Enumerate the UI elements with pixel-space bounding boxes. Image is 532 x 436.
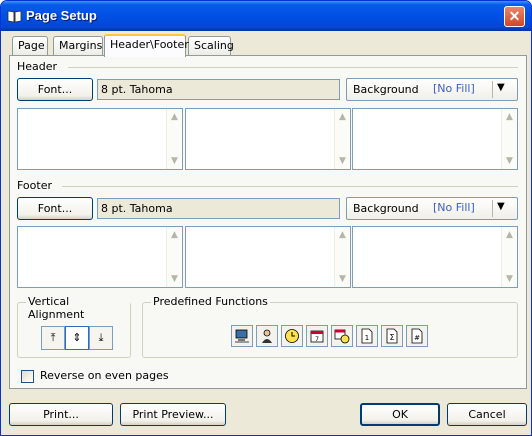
- align-center-icon: ⇕: [72, 331, 82, 344]
- header-background-value: [No Fill]: [433, 82, 475, 95]
- align-center-button[interactable]: ⇕: [65, 326, 89, 350]
- insert-date-time-button[interactable]: [331, 325, 353, 347]
- header-font-button[interactable]: Font...: [17, 78, 93, 101]
- reverse-even-pages-label[interactable]: Reverse on even pages: [40, 369, 169, 382]
- scroll-up-icon[interactable]: ▲: [336, 229, 349, 241]
- page-of-icon: #: [411, 328, 423, 344]
- scroll-up-icon[interactable]: ▲: [336, 111, 349, 123]
- header-font-button-label: Font...: [37, 83, 73, 96]
- footer-font-button-label: Font...: [37, 202, 73, 215]
- header-right-textbox[interactable]: ▲ ▼: [352, 108, 518, 170]
- footer-background-value: [No Fill]: [433, 201, 475, 214]
- time-icon: [285, 329, 299, 343]
- tab-page[interactable]: Page: [12, 36, 48, 56]
- date-time-icon: [334, 329, 350, 344]
- footer-combo-separator: [492, 200, 493, 217]
- header-divider: [68, 67, 518, 68]
- header-footer-panel: Header Font... 8 pt. Tahoma Background […: [9, 55, 527, 389]
- scroll-up-icon[interactable]: ▲: [503, 229, 516, 241]
- scroll-down-icon[interactable]: ▼: [503, 273, 516, 285]
- header-background-select[interactable]: Background [No Fill] ▼: [346, 78, 518, 101]
- header-combo-separator: [492, 81, 493, 98]
- align-top-icon: ⤒: [50, 331, 56, 344]
- scroll-up-icon[interactable]: ▲: [168, 111, 181, 123]
- insert-page-number-button[interactable]: 1: [356, 325, 378, 347]
- user-name-icon: [262, 329, 272, 343]
- header-font-display: 8 pt. Tahoma: [97, 79, 340, 100]
- chevron-down-icon[interactable]: ▼: [497, 201, 505, 212]
- header-center-textbox[interactable]: ▲ ▼: [185, 108, 351, 170]
- align-bottom-icon: ⤓: [98, 331, 104, 344]
- footer-right-scrollbar[interactable]: ▲ ▼: [501, 227, 517, 287]
- insert-user-name-button[interactable]: [256, 325, 278, 347]
- ok-button[interactable]: OK: [360, 403, 440, 426]
- footer-font-button[interactable]: Font...: [17, 197, 93, 220]
- svg-text:1: 1: [365, 334, 369, 342]
- footer-right-textbox[interactable]: ▲ ▼: [352, 226, 518, 288]
- scroll-down-icon[interactable]: ▼: [336, 273, 349, 285]
- svg-text:#: #: [414, 334, 420, 342]
- insert-page-of-button[interactable]: #: [406, 325, 428, 347]
- scroll-down-icon[interactable]: ▼: [168, 273, 181, 285]
- footer-center-scrollbar[interactable]: ▲ ▼: [334, 227, 350, 287]
- insert-time-button[interactable]: [281, 325, 303, 347]
- scroll-down-icon[interactable]: ▼: [503, 155, 516, 167]
- dialog-body: Page Margins Header\Footer Scaling Heade…: [4, 31, 528, 433]
- header-center-scrollbar[interactable]: ▲ ▼: [334, 109, 350, 169]
- scroll-down-icon[interactable]: ▼: [168, 155, 181, 167]
- header-left-textbox[interactable]: ▲ ▼: [17, 108, 183, 170]
- tab-scaling[interactable]: Scaling: [188, 36, 234, 56]
- cancel-button[interactable]: Cancel: [447, 403, 527, 426]
- footer-left-textbox[interactable]: ▲ ▼: [17, 226, 183, 288]
- header-left-scrollbar[interactable]: ▲ ▼: [166, 109, 182, 169]
- footer-center-textbox[interactable]: ▲ ▼: [185, 226, 351, 288]
- align-bottom-button[interactable]: ⤓: [89, 326, 113, 350]
- scroll-up-icon[interactable]: ▲: [168, 229, 181, 241]
- svg-text:Σ: Σ: [389, 333, 394, 342]
- svg-text:7: 7: [315, 336, 319, 343]
- insert-date-button[interactable]: 7: [306, 325, 328, 347]
- header-background-label: Background: [353, 83, 419, 96]
- page-setup-icon: [7, 9, 22, 23]
- close-icon: ✕: [508, 8, 521, 24]
- tab-header-footer[interactable]: Header\Footer: [104, 34, 189, 57]
- date-icon: 7: [310, 330, 324, 343]
- predefined-functions-label: Predefined Functions: [151, 295, 270, 308]
- insert-total-pages-button[interactable]: Σ: [381, 325, 403, 347]
- page-setup-dialog: Page Setup ✕ Page Margins Header\Footer …: [0, 0, 532, 436]
- tab-margins[interactable]: Margins: [53, 36, 103, 56]
- footer-background-select[interactable]: Background [No Fill] ▼: [346, 197, 518, 220]
- footer-divider: [62, 186, 518, 187]
- reverse-even-pages-checkbox[interactable]: [21, 370, 34, 383]
- predefined-functions-group: Predefined Functions 7 1 Σ #: [142, 295, 518, 358]
- footer-font-display: 8 pt. Tahoma: [97, 198, 340, 219]
- vertical-alignment-group: Vertical Alignment ⤒ ⇕ ⤓: [17, 295, 131, 358]
- footer-background-label: Background: [353, 202, 419, 215]
- scroll-down-icon[interactable]: ▼: [336, 155, 349, 167]
- footer-group-label: Footer: [17, 179, 52, 192]
- vertical-alignment-label: Vertical Alignment: [26, 295, 130, 321]
- page-number-icon: 1: [361, 328, 373, 344]
- header-right-scrollbar[interactable]: ▲ ▼: [501, 109, 517, 169]
- close-button[interactable]: ✕: [504, 6, 525, 27]
- window-title: Page Setup: [26, 8, 97, 23]
- computer-name-icon: [235, 329, 249, 343]
- title-bar[interactable]: Page Setup ✕: [1, 1, 531, 31]
- print-preview-button[interactable]: Print Preview...: [120, 403, 226, 426]
- align-top-button[interactable]: ⤒: [41, 326, 65, 350]
- chevron-down-icon[interactable]: ▼: [497, 82, 505, 93]
- print-button[interactable]: Print...: [9, 403, 113, 426]
- total-pages-icon: Σ: [386, 328, 398, 344]
- footer-left-scrollbar[interactable]: ▲ ▼: [166, 227, 182, 287]
- header-group-label: Header: [17, 60, 58, 73]
- scroll-up-icon[interactable]: ▲: [503, 111, 516, 123]
- insert-computer-name-button[interactable]: [231, 325, 253, 347]
